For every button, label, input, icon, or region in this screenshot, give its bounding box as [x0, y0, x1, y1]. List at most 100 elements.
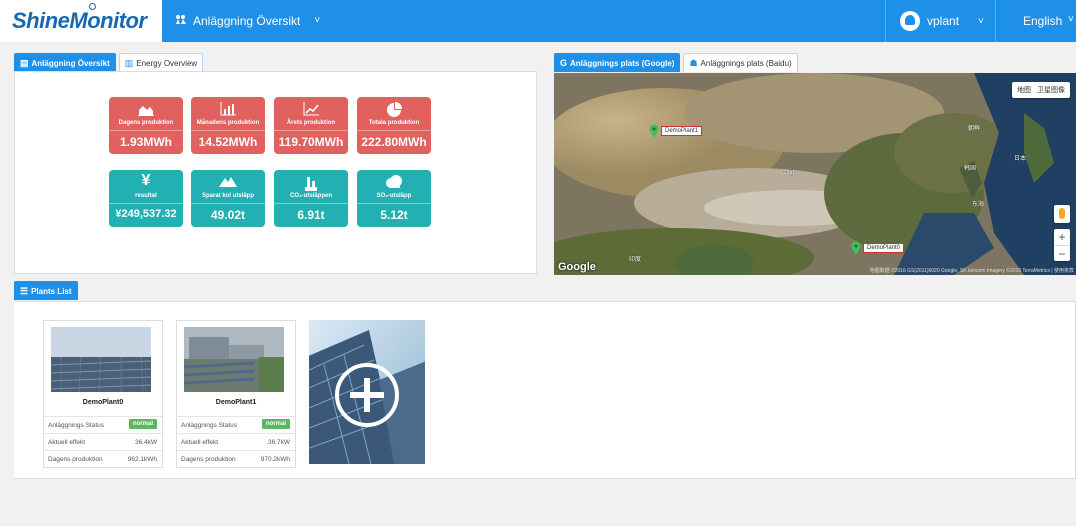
user-menu[interactable]: vplant ˅: [900, 11, 984, 31]
stat-today-production: Dagens produktion 1.93MWh: [109, 97, 183, 154]
tab-map-baidu[interactable]: ☗ Anläggnings plats (Baidu): [683, 53, 798, 72]
logo-sun-icon: [89, 3, 96, 10]
map-marker-demoplant1[interactable]: DemoPlant1: [649, 124, 703, 138]
plant-card-demoplant0[interactable]: DemoPlant0 Anläggnings Status normal Akt…: [43, 320, 163, 468]
plant-card-demoplant1[interactable]: DemoPlant1 Anläggnings Status normal Akt…: [176, 320, 296, 468]
google-icon: G: [560, 58, 568, 68]
language-select[interactable]: English: [1023, 14, 1062, 28]
chevron-down-icon: ˅: [314, 15, 321, 26]
zoom-out-button[interactable]: −: [1054, 245, 1070, 261]
tab-label: Energy Overview: [136, 58, 198, 68]
stat-coal-saved: Sparat kol utsläpp 49.02t: [191, 170, 265, 227]
marker-label: DemoPlant1: [661, 126, 703, 136]
chevron-down-icon: ˅: [978, 15, 984, 27]
stat-label: SO₂-utsläpp: [376, 193, 412, 199]
stat-total-production: Totala produktion 222.80MWh: [357, 97, 431, 154]
factory-icon: [274, 175, 348, 191]
plant-name: DemoPlant0: [82, 399, 124, 406]
stat-income: ¥ resultat ¥249,537.32: [109, 170, 183, 227]
divider: [885, 0, 886, 42]
stat-label: Totala produktion: [368, 120, 420, 126]
overview-tabs: ▤ Anläggning Översikt ▥ Energy Overview: [14, 53, 204, 72]
divider: [995, 0, 996, 42]
tab-label: Anläggnings plats (Google): [570, 58, 675, 68]
status-badge: normal: [261, 419, 290, 429]
tab-label: Anläggning Översikt: [31, 58, 110, 68]
map-attribution: 地图数据 ©2016 GS(2011)6020 Google, SK telec…: [869, 268, 1074, 274]
bar-chart-icon: [191, 102, 265, 118]
map-type-satellite[interactable]: 卫星图像: [1037, 85, 1065, 95]
add-plant-image: [309, 320, 425, 464]
street-view-icon[interactable]: [1054, 205, 1070, 223]
plant-photo: [184, 327, 284, 392]
tab-energy-overview[interactable]: ▥ Energy Overview: [118, 53, 204, 72]
user-name: vplant: [927, 14, 960, 28]
map-pin-icon: [851, 241, 861, 255]
status-badge: normal: [128, 419, 157, 429]
map-type-control: 地图 卫星图像: [1012, 82, 1070, 98]
bar-chart-icon: ▥: [124, 57, 134, 68]
chevron-down-icon: ˅: [1068, 14, 1074, 25]
line-chart-icon: [274, 102, 348, 118]
zoom-control: + −: [1054, 229, 1070, 261]
cloud-icon: [357, 175, 431, 191]
mountain-icon: [191, 175, 265, 191]
nav-label: Anläggning Översikt: [193, 13, 301, 28]
stat-value: 119.70MWh: [278, 135, 344, 149]
stat-value: 222.80MWh: [361, 135, 427, 149]
stat-value: 1.93MWh: [119, 135, 172, 149]
tab-map-google[interactable]: G Anläggnings plats (Google): [554, 53, 681, 72]
tab-label: Anläggnings plats (Baidu): [700, 58, 792, 68]
tab-plant-overview[interactable]: ▤ Anläggning Översikt: [14, 53, 116, 72]
map-tabs: G Anläggnings plats (Google) ☗ Anläggnin…: [554, 53, 798, 72]
map-marker-demoplant0[interactable]: DemoPlant0: [851, 241, 905, 255]
stat-label: Dagens produktion: [118, 120, 174, 126]
plant-power-row: Aktuell effekt 36.4kW: [44, 433, 162, 450]
logo[interactable]: ShineMonitor: [0, 0, 162, 42]
plant-status-row: Anläggnings Status normal: [44, 416, 162, 433]
map-place-label: 中国: [782, 171, 795, 177]
map-view[interactable]: 中国 韩国 日本 印度 朝鲜 东海 DemoPlant1 DemoPlant0 …: [554, 73, 1076, 275]
plant-today-row: Dagens produktion 962.1kWh: [44, 450, 162, 467]
satellite-map: [554, 73, 1076, 275]
zoom-in-button[interactable]: +: [1054, 229, 1070, 245]
tab-plants-list[interactable]: ☰ Plants List: [14, 281, 78, 300]
plant-status-row: Anläggnings Status normal: [177, 416, 295, 433]
google-logo: Google: [558, 261, 596, 273]
avatar: [900, 11, 920, 31]
stat-label: resultat: [135, 193, 157, 199]
plant-today-row: Dagens produktion 970.2kWh: [177, 450, 295, 467]
list-icon: ☰: [20, 285, 29, 296]
stat-label: Sparat kol utsläpp: [201, 193, 254, 199]
stat-value: 14.52MWh: [198, 135, 258, 149]
overview-panel: Dagens produktion 1.93MWh Månadens produ…: [14, 71, 537, 274]
stat-year-production: Årets produktion 119.70MWh: [274, 97, 348, 154]
paw-icon: ☗: [689, 57, 698, 68]
map-type-map[interactable]: 地图: [1017, 85, 1031, 95]
chart-icon: ▤: [20, 57, 29, 68]
stat-month-production: Månadens produktion 14.52MWh: [191, 97, 265, 154]
map-place-label: 印度: [629, 257, 642, 263]
stat-co2: CO₂-utsläppen 6.91t: [274, 170, 348, 227]
logo-text: ShineMonitor: [12, 8, 147, 33]
stat-label: CO₂-utsläppen: [290, 193, 332, 199]
stat-value: 6.91t: [297, 208, 325, 222]
plant-photo: [51, 327, 151, 392]
stat-value: ¥249,537.32: [115, 208, 177, 220]
stat-value: 49.02t: [210, 208, 246, 222]
stat-label: Årets produktion: [286, 120, 336, 126]
plant-power-row: Aktuell effekt 36.7kW: [177, 433, 295, 450]
plant-name: DemoPlant1: [215, 399, 257, 406]
map-pin-icon: [649, 124, 659, 138]
plants-tabs: ☰ Plants List: [14, 281, 78, 300]
map-place-label: 东海: [972, 202, 985, 208]
area-chart-icon: [109, 102, 183, 118]
nav-plant-overview[interactable]: Anläggning Översikt ˅: [175, 13, 320, 28]
yen-icon: ¥: [141, 172, 151, 189]
map-place-label: 朝鲜: [968, 126, 981, 132]
stat-label: Månadens produktion: [196, 120, 260, 126]
marker-label: DemoPlant0: [863, 243, 905, 253]
map-place-label: 日本: [1014, 156, 1027, 162]
plant-nav-icon: [175, 13, 187, 28]
add-plant-button[interactable]: [309, 320, 425, 464]
